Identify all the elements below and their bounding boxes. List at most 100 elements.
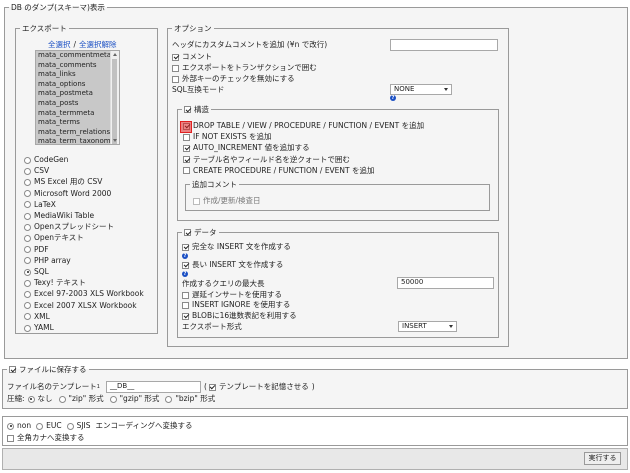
format-option[interactable]: Excel 97-2003 XLS Workbook (24, 289, 144, 299)
table-option[interactable]: mata_termmeta (36, 108, 119, 119)
format-radio[interactable] (24, 324, 31, 332)
help-icon[interactable]: ? (182, 271, 188, 277)
format-option[interactable]: Texy! テキスト (24, 278, 86, 288)
scroll-thumb[interactable] (112, 59, 117, 144)
format-radio[interactable] (24, 156, 31, 164)
format-radio[interactable] (24, 234, 31, 242)
format-radio[interactable] (24, 302, 31, 310)
table-option[interactable]: mata_term_relationships (36, 127, 119, 138)
format-option[interactable]: MediaWiki Table (24, 211, 94, 221)
max-query-input[interactable]: 50000 (397, 277, 494, 289)
format-radio[interactable] (24, 268, 31, 276)
header-comment-input[interactable] (390, 39, 498, 51)
extra-comment-option[interactable]: 作成/更新/検査日 (193, 196, 261, 206)
data-legend[interactable]: データ (182, 228, 219, 237)
scroll-down-icon[interactable] (112, 139, 117, 142)
format-radio[interactable] (24, 313, 31, 321)
disable-fk-checkbox[interactable] (172, 75, 179, 83)
format-option[interactable]: PHP array (24, 256, 71, 266)
deselect-all-link[interactable]: 全選択解除 (79, 40, 117, 50)
format-option[interactable]: YAML (24, 323, 54, 333)
comment-option[interactable]: コメント (172, 52, 212, 62)
comment-checkbox[interactable] (172, 53, 179, 61)
table-option[interactable]: mata_commentmeta (36, 51, 119, 61)
extended-insert-option[interactable]: 長い INSERT 文を作成する (182, 260, 283, 270)
complete-insert-option[interactable]: 完全な INSERT 文を作成する (182, 242, 291, 252)
table-option[interactable]: mata_postmeta (36, 89, 119, 99)
format-option[interactable]: MS Excel 用の CSV (24, 177, 102, 187)
table-option[interactable]: mata_options (36, 79, 119, 90)
format-radio[interactable] (24, 178, 31, 186)
format-option[interactable]: XML (24, 312, 50, 322)
format-radio[interactable] (24, 257, 31, 265)
encoding-option[interactable]: SJIS (66, 421, 91, 431)
format-option[interactable]: CSV (24, 166, 49, 176)
encoding-radio[interactable] (7, 422, 14, 430)
format-option[interactable]: Excel 2007 XLSX Workbook (24, 301, 137, 311)
data-checkbox[interactable] (184, 229, 191, 236)
compression-radio[interactable] (58, 395, 66, 403)
table-option[interactable]: mata_posts (36, 98, 119, 109)
remember-template-checkbox[interactable] (208, 383, 216, 391)
select-all-link[interactable]: 全選択 (48, 40, 71, 50)
table-option[interactable]: mata_comments (36, 60, 119, 71)
encoding-option[interactable]: EUC (36, 421, 62, 431)
structure-option[interactable]: IF NOT EXISTS を追加 (183, 132, 271, 142)
format-radio[interactable] (24, 246, 31, 254)
scroll-up-icon[interactable] (112, 53, 117, 56)
structure-checkbox[interactable] (184, 106, 191, 113)
structure-option-checkbox[interactable] (183, 156, 190, 164)
compression-option[interactable]: "gzip" 形式 (109, 394, 159, 404)
structure-option[interactable]: テーブル名やフィールド名を逆クォートで囲む (183, 155, 350, 165)
insert-ignore-checkbox[interactable] (182, 301, 189, 309)
format-option[interactable]: Openテキスト (24, 233, 84, 243)
format-radio[interactable] (24, 167, 31, 175)
format-option[interactable]: Openスプレッドシート (24, 222, 114, 232)
compression-radio[interactable] (27, 395, 35, 403)
save-file-checkbox[interactable] (9, 366, 16, 373)
compression-radio[interactable] (165, 395, 173, 403)
structure-option[interactable]: CREATE PROCEDURE / FUNCTION / EVENT を追加 (183, 166, 375, 176)
table-option[interactable]: mata_term_taxonomy (36, 137, 119, 144)
format-option[interactable]: LaTeX (24, 200, 56, 210)
structure-legend[interactable]: 構造 (182, 105, 211, 114)
structure-option-checkbox[interactable] (183, 133, 190, 141)
extended-insert-checkbox[interactable] (182, 261, 189, 269)
export-type-select[interactable]: INSERT (398, 321, 457, 332)
format-radio[interactable] (24, 212, 31, 220)
format-radio[interactable] (24, 279, 31, 287)
hex-blob-checkbox[interactable] (182, 312, 189, 320)
zenkaku-checkbox[interactable] (7, 434, 14, 442)
structure-option[interactable]: DROP TABLE / VIEW / PROCEDURE / FUNCTION… (183, 121, 424, 131)
delayed-insert-option[interactable]: 遅延インサートを使用する (182, 290, 282, 300)
format-option[interactable]: SQL (24, 267, 49, 277)
insert-ignore-option[interactable]: INSERT IGNORE を使用する (182, 300, 290, 310)
transaction-checkbox[interactable] (172, 64, 179, 72)
transaction-option[interactable]: エクスポートをトランザクションで囲む (172, 63, 317, 73)
compression-option[interactable]: "bzip" 形式 (165, 394, 215, 404)
zenkaku-option[interactable]: 全角カナへ変換する (7, 433, 85, 443)
compression-option[interactable]: "zip" 形式 (58, 394, 104, 404)
complete-insert-checkbox[interactable] (182, 243, 189, 251)
execute-button[interactable]: 実行する (584, 452, 621, 465)
format-radio[interactable] (24, 223, 31, 231)
format-option[interactable]: Microsoft Word 2000 (24, 189, 111, 199)
help-icon[interactable]: ? (390, 95, 396, 101)
table-option[interactable]: mata_links (36, 70, 119, 80)
format-radio[interactable] (24, 201, 31, 209)
extra-comment-checkbox[interactable] (193, 197, 200, 205)
remember-template-option[interactable]: (テンプレートを記憶させる) (204, 382, 315, 392)
sql-compat-select[interactable]: NONE (390, 84, 452, 95)
save-file-legend[interactable]: ファイルに保存する (7, 365, 89, 374)
encoding-option[interactable]: non (7, 421, 31, 431)
structure-option-checkbox[interactable] (183, 167, 190, 175)
format-radio[interactable] (24, 290, 31, 298)
format-option[interactable]: CodeGen (24, 155, 68, 165)
encoding-radio[interactable] (66, 422, 74, 430)
table-option[interactable]: mata_terms (36, 118, 119, 128)
filename-template-input[interactable]: __DB__ (106, 381, 201, 393)
table-listbox[interactable]: mata_commentmeta mata_comments mata_links m… (35, 50, 120, 145)
disable-fk-option[interactable]: 外部キーのチェックを無効にする (172, 74, 295, 84)
encoding-radio[interactable] (36, 422, 44, 430)
format-radio[interactable] (24, 190, 31, 198)
